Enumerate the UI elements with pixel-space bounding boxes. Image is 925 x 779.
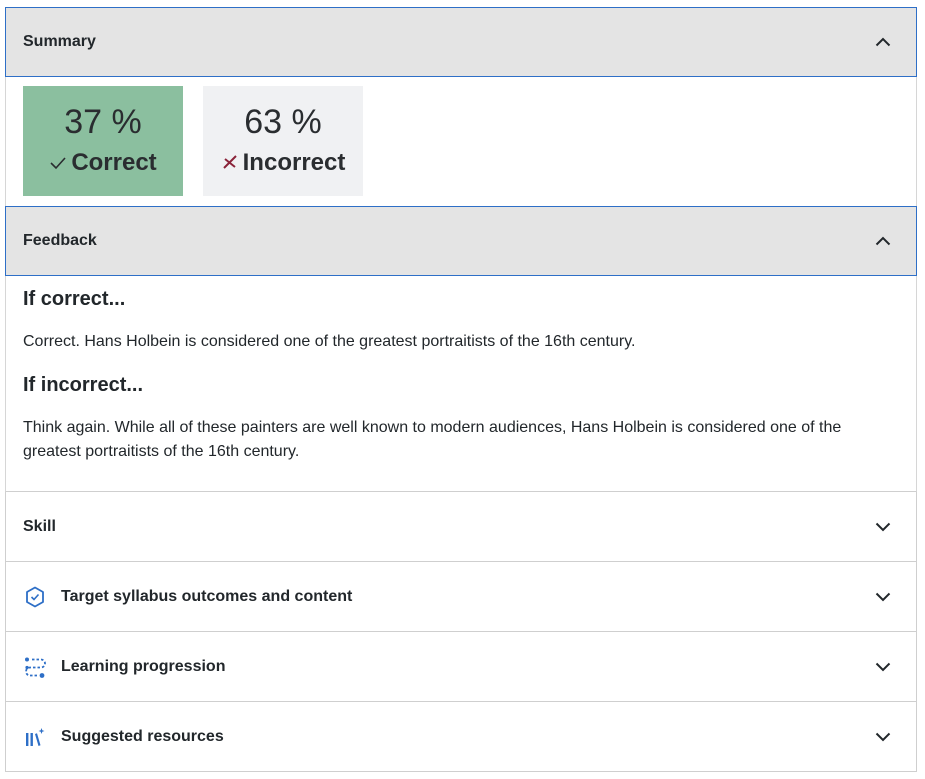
correct-percent: 37 %: [64, 103, 142, 141]
chevron-down-icon[interactable]: [874, 658, 892, 676]
hexagon-check-icon: [23, 585, 47, 609]
if-correct-text: Correct. Hans Holbein is considered one …: [23, 333, 636, 350]
books-sparkle-icon: [23, 725, 47, 749]
incorrect-label: Incorrect: [242, 149, 346, 176]
skill-accordion[interactable]: Skill: [5, 492, 917, 562]
if-incorrect-heading: If incorrect...: [23, 374, 144, 396]
chevron-up-icon[interactable]: [874, 33, 892, 51]
learning-progression-accordion[interactable]: Learning progression: [5, 632, 917, 702]
cross-icon: [221, 149, 239, 177]
chevron-down-icon[interactable]: [874, 588, 892, 606]
correct-label-row: Correct: [49, 149, 157, 177]
if-incorrect-text: Think again. While all of these painters…: [23, 419, 842, 460]
chevron-up-icon[interactable]: [874, 232, 892, 250]
progression-icon: [23, 655, 47, 679]
check-icon: [49, 149, 67, 177]
summary-accordion-header[interactable]: Summary: [5, 7, 917, 77]
suggested-resources-accordion[interactable]: Suggested resources: [5, 702, 917, 772]
summary-panel: 37 % Correct 63 % Incorrect: [5, 77, 917, 206]
chevron-down-icon[interactable]: [874, 518, 892, 536]
feedback-panel: If correct... Correct. Hans Holbein is c…: [5, 276, 917, 492]
feedback-title: Feedback: [23, 232, 97, 249]
incorrect-label-row: Incorrect: [221, 149, 346, 177]
incorrect-percent: 63 %: [244, 103, 322, 141]
summary-title: Summary: [23, 33, 96, 50]
feedback-accordion-header[interactable]: Feedback: [5, 206, 917, 276]
correct-stat: 37 % Correct: [23, 86, 183, 196]
suggested-resources-title: Suggested resources: [61, 727, 224, 745]
if-correct-heading: If correct...: [23, 288, 126, 310]
correct-label: Correct: [71, 149, 157, 176]
incorrect-stat: 63 % Incorrect: [203, 86, 363, 196]
chevron-down-icon[interactable]: [874, 728, 892, 746]
learning-progression-title: Learning progression: [61, 657, 226, 675]
target-syllabus-accordion[interactable]: Target syllabus outcomes and content: [5, 562, 917, 632]
skill-title: Skill: [23, 517, 56, 535]
target-syllabus-title: Target syllabus outcomes and content: [61, 587, 353, 605]
